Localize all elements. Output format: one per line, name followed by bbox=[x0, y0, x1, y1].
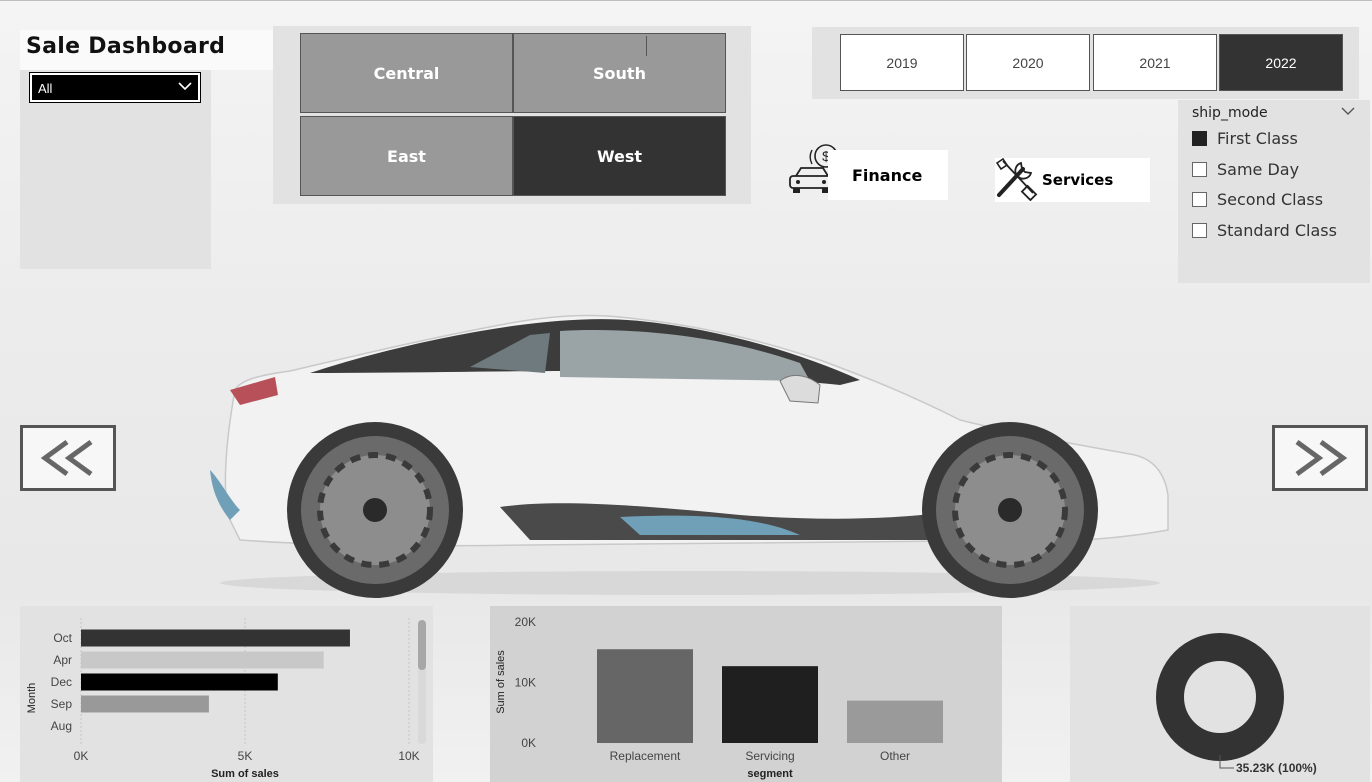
region-tile-west[interactable]: West bbox=[513, 116, 726, 196]
next-page-button[interactable] bbox=[1272, 425, 1368, 491]
previous-page-button[interactable] bbox=[20, 425, 116, 491]
slicer-title: ship_mode bbox=[1192, 105, 1268, 121]
tile-divider bbox=[646, 36, 647, 56]
region-tile-east[interactable]: East bbox=[300, 116, 513, 196]
checkbox[interactable] bbox=[1192, 162, 1207, 177]
option-label: Standard Class bbox=[1217, 221, 1337, 240]
option-label: Same Day bbox=[1217, 160, 1300, 179]
x-tick-label: Other bbox=[880, 749, 910, 763]
dropdown-value: All bbox=[38, 81, 53, 96]
donut-data-label: 35.23K (100%) bbox=[1236, 761, 1317, 775]
y-axis-title: Sum of sales bbox=[495, 650, 507, 714]
bar[interactable] bbox=[81, 695, 209, 713]
checkbox[interactable] bbox=[1192, 192, 1207, 207]
year-label: 2021 bbox=[1139, 54, 1171, 71]
bar[interactable] bbox=[81, 629, 350, 647]
region-label: East bbox=[387, 146, 426, 166]
x-axis-title: segment bbox=[747, 768, 793, 780]
checkbox[interactable] bbox=[1192, 223, 1207, 238]
slicer-option-same-day[interactable]: Same Day bbox=[1192, 160, 1362, 180]
bar[interactable] bbox=[597, 649, 693, 743]
region-tile-south[interactable]: South bbox=[513, 33, 726, 113]
y-tick-label: 10K bbox=[515, 676, 536, 690]
finance-link[interactable]: Finance bbox=[828, 150, 948, 200]
region-tile-central[interactable]: Central bbox=[300, 33, 513, 113]
y-tick-label: Aug bbox=[51, 719, 72, 733]
y-tick-label: Sep bbox=[51, 697, 73, 711]
car-image bbox=[210, 314, 1169, 598]
checkbox[interactable] bbox=[1192, 131, 1207, 146]
year-button-2021[interactable]: 2021 bbox=[1093, 34, 1217, 91]
option-label: First Class bbox=[1217, 129, 1298, 148]
category-dropdown[interactable]: All bbox=[29, 72, 201, 103]
chevron-down-icon bbox=[178, 82, 192, 91]
x-tick-label: 5K bbox=[238, 749, 253, 763]
segment-sales-chart: Sum of sales segment Replacement Servicin… bbox=[495, 615, 943, 780]
region-label: West bbox=[596, 146, 643, 166]
double-chevron-left-icon bbox=[40, 439, 93, 477]
bar[interactable] bbox=[722, 666, 818, 743]
top-border bbox=[0, 0, 1372, 1]
slicer-option-standard-class[interactable]: Standard Class bbox=[1192, 221, 1362, 241]
y-tick-label: 20K bbox=[515, 615, 536, 629]
x-tick-label: Replacement bbox=[610, 749, 681, 763]
y-tick-label: 0K bbox=[521, 736, 536, 750]
month-sales-chart: Month Sum of sales Oct Apr Dec Sep Aug 0K 5K 1… bbox=[26, 618, 426, 780]
tools-icon[interactable] bbox=[993, 155, 1039, 201]
chevron-down-icon[interactable] bbox=[1341, 106, 1355, 116]
bar[interactable] bbox=[847, 700, 943, 743]
x-tick-label: Servicing bbox=[745, 749, 794, 763]
x-axis-title: Sum of sales bbox=[211, 768, 279, 780]
y-tick-label: Dec bbox=[51, 675, 72, 689]
option-label: Second Class bbox=[1217, 190, 1324, 209]
slicer-option-second-class[interactable]: Second Class bbox=[1192, 190, 1362, 210]
year-label: 2019 bbox=[886, 54, 918, 71]
page-title: Sale Dashboard bbox=[20, 30, 276, 70]
finance-label: Finance bbox=[852, 165, 923, 185]
year-button-2019[interactable]: 2019 bbox=[840, 34, 964, 91]
bar[interactable] bbox=[81, 673, 278, 691]
y-axis-title: Month bbox=[26, 683, 38, 714]
total-sales-donut: 35.23K (100%) bbox=[1156, 633, 1317, 775]
year-label: 2020 bbox=[1012, 54, 1044, 71]
double-chevron-right-icon bbox=[1295, 439, 1348, 477]
x-tick-label: 10K bbox=[398, 749, 419, 763]
year-button-2022[interactable]: 2022 bbox=[1219, 34, 1343, 91]
year-button-2020[interactable]: 2020 bbox=[966, 34, 1090, 91]
slicer-option-first-class[interactable]: First Class bbox=[1192, 129, 1362, 149]
scrollbar-thumb[interactable] bbox=[418, 620, 426, 670]
y-tick-label: Oct bbox=[53, 631, 72, 645]
y-tick-label: Apr bbox=[53, 653, 72, 667]
bar[interactable] bbox=[81, 651, 324, 669]
services-label: Services bbox=[1042, 171, 1114, 189]
region-label: South bbox=[593, 63, 646, 83]
x-tick-label: 0K bbox=[74, 749, 89, 763]
donut-slice[interactable] bbox=[1156, 633, 1284, 761]
year-label: 2022 bbox=[1265, 54, 1297, 71]
region-label: Central bbox=[373, 63, 440, 83]
